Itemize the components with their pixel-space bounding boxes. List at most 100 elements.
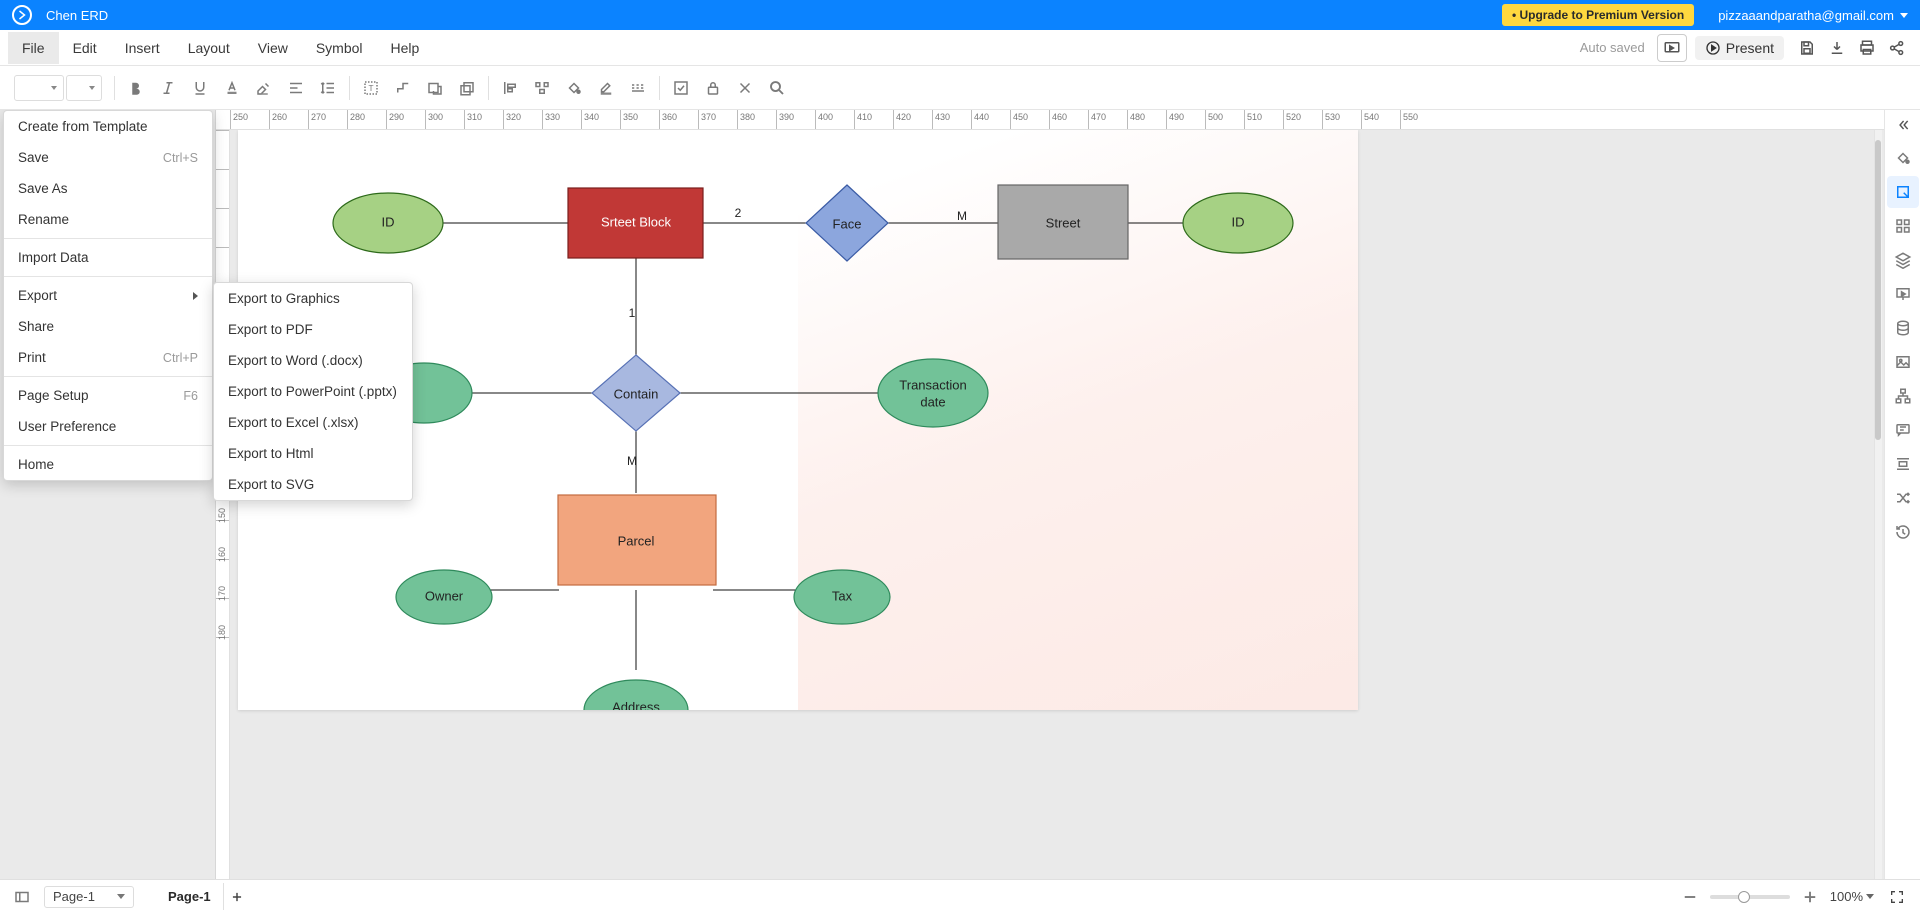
fill-button[interactable]: [559, 73, 589, 103]
bold-button[interactable]: [121, 73, 151, 103]
export-svg[interactable]: Export to SVG: [214, 469, 412, 500]
card-label-m2: M: [627, 454, 637, 468]
status-bar: Page-1 Page-1 100%: [0, 879, 1920, 913]
svg-text:T: T: [368, 84, 373, 93]
distribute-button[interactable]: [527, 73, 557, 103]
collapse-right-icon[interactable]: [1887, 114, 1919, 136]
search-button[interactable]: [762, 73, 792, 103]
line-style-button[interactable]: [623, 73, 653, 103]
svg-text:Face: Face: [833, 216, 862, 231]
line-spacing-button[interactable]: [313, 73, 343, 103]
account-email: pizzaaandparatha@gmail.com: [1718, 8, 1894, 23]
svg-text:ID: ID: [1232, 214, 1245, 229]
page-layout-icon[interactable]: [10, 886, 34, 908]
menu-help[interactable]: Help: [377, 32, 434, 64]
tab-page-1[interactable]: Page-1: [156, 883, 224, 910]
file-create-template[interactable]: Create from Template: [4, 111, 212, 142]
svg-text:Transaction: Transaction: [899, 377, 966, 392]
export-graphics[interactable]: Export to Graphics: [214, 283, 412, 314]
account-menu[interactable]: pizzaaandparatha@gmail.com: [1718, 8, 1908, 23]
comments-icon[interactable]: [1887, 414, 1919, 446]
document-title[interactable]: Chen ERD: [46, 8, 108, 23]
database-icon[interactable]: [1887, 312, 1919, 344]
shape-alt2-button[interactable]: [452, 73, 482, 103]
print-button[interactable]: [1852, 34, 1882, 62]
present-label: Present: [1726, 40, 1774, 56]
present-button[interactable]: Present: [1695, 36, 1784, 60]
menu-insert[interactable]: Insert: [111, 32, 174, 64]
download-button[interactable]: [1822, 34, 1852, 62]
menu-edit[interactable]: Edit: [59, 32, 111, 64]
zoom-level[interactable]: 100%: [1830, 889, 1874, 904]
align-button[interactable]: [281, 73, 311, 103]
italic-button[interactable]: [153, 73, 183, 103]
horizontal-ruler: [216, 110, 1884, 130]
slides-icon[interactable]: [1887, 278, 1919, 310]
file-export[interactable]: Export: [4, 280, 212, 311]
export-pdf[interactable]: Export to PDF: [214, 314, 412, 345]
file-home[interactable]: Home: [4, 449, 212, 480]
shape-alt1-button[interactable]: [420, 73, 450, 103]
grid-icon[interactable]: [1887, 210, 1919, 242]
stroke-color-button[interactable]: [591, 73, 621, 103]
presentation-mode-button[interactable]: [1657, 34, 1687, 62]
svg-text:Srteet Block: Srteet Block: [601, 214, 672, 229]
text-tool-button[interactable]: T: [356, 73, 386, 103]
text-color-button[interactable]: [217, 73, 247, 103]
file-print[interactable]: PrintCtrl+P: [4, 342, 212, 373]
share-button[interactable]: [1882, 34, 1912, 62]
history-icon[interactable]: [1887, 516, 1919, 548]
fullscreen-button[interactable]: [1884, 884, 1910, 910]
attr-transaction-date[interactable]: [878, 359, 988, 427]
font-size-select[interactable]: [66, 75, 102, 101]
tools-button[interactable]: [730, 73, 760, 103]
file-page-setup[interactable]: Page SetupF6: [4, 380, 212, 411]
zoom-slider[interactable]: [1710, 895, 1790, 899]
style-fill-icon[interactable]: [1887, 142, 1919, 174]
card-label-1: 1: [629, 306, 636, 320]
add-tab-button[interactable]: [224, 884, 250, 910]
svg-text:Street: Street: [1046, 215, 1081, 230]
autosave-status: Auto saved: [1580, 40, 1645, 55]
shuffle-icon[interactable]: [1887, 482, 1919, 514]
zoom-in-button[interactable]: [1800, 887, 1820, 907]
vertical-scrollbar[interactable]: [1875, 140, 1881, 440]
page-select[interactable]: Page-1: [44, 886, 134, 908]
menu-symbol[interactable]: Symbol: [302, 32, 377, 64]
zoom-out-button[interactable]: [1680, 887, 1700, 907]
file-user-pref[interactable]: User Preference: [4, 411, 212, 442]
upgrade-button[interactable]: Upgrade to Premium Version: [1502, 4, 1694, 26]
shape-panel-icon[interactable]: [1887, 176, 1919, 208]
image-icon[interactable]: [1887, 346, 1919, 378]
file-save[interactable]: SaveCtrl+S: [4, 142, 212, 173]
right-toolstrip: [1884, 110, 1920, 879]
underline-button[interactable]: [185, 73, 215, 103]
app-logo[interactable]: [12, 5, 32, 25]
export-excel[interactable]: Export to Excel (.xlsx): [214, 407, 412, 438]
svg-text:Contain: Contain: [614, 386, 659, 401]
menu-layout[interactable]: Layout: [174, 32, 244, 64]
file-share[interactable]: Share: [4, 311, 212, 342]
menu-file[interactable]: File: [8, 32, 59, 64]
export-html[interactable]: Export to Html: [214, 438, 412, 469]
sitemap-icon[interactable]: [1887, 380, 1919, 412]
export-ppt[interactable]: Export to PowerPoint (.pptx): [214, 376, 412, 407]
font-family-select[interactable]: [14, 75, 64, 101]
connector-button[interactable]: [388, 73, 418, 103]
file-save-as[interactable]: Save As: [4, 173, 212, 204]
lock-button[interactable]: [698, 73, 728, 103]
card-label-2: 2: [735, 206, 742, 220]
title-bar: Chen ERD Upgrade to Premium Version pizz…: [0, 0, 1920, 30]
checklist-button[interactable]: [666, 73, 696, 103]
file-rename[interactable]: Rename: [4, 204, 212, 235]
align-left-button[interactable]: [495, 73, 525, 103]
save-button[interactable]: [1792, 34, 1822, 62]
highlight-button[interactable]: [249, 73, 279, 103]
file-import-data[interactable]: Import Data: [4, 242, 212, 273]
export-word[interactable]: Export to Word (.docx): [214, 345, 412, 376]
layers-icon[interactable]: [1887, 244, 1919, 276]
canvas-viewport[interactable]: 2 M 1 M ID Srteet Block Face Street ID: [230, 130, 1884, 879]
menu-view[interactable]: View: [244, 32, 302, 64]
svg-text:ID: ID: [382, 214, 395, 229]
align-panel-icon[interactable]: [1887, 448, 1919, 480]
